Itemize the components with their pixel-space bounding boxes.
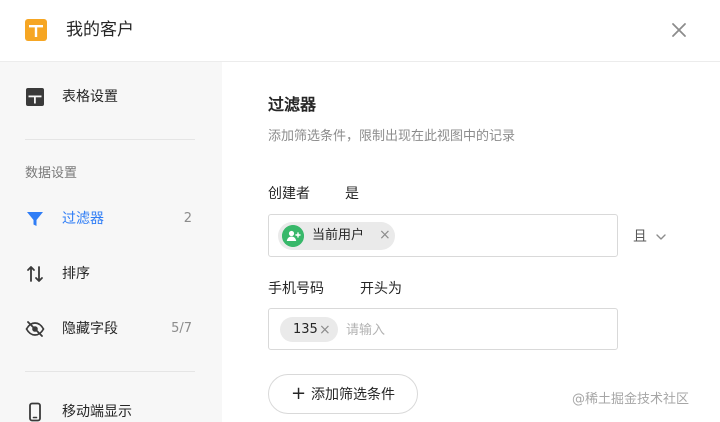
add-filter-label: 添加筛选条件 xyxy=(311,387,395,403)
sidebar-item-hidden-fields[interactable]: 隐藏字段 5/7 xyxy=(0,315,222,345)
filter-count-badge: 2 xyxy=(183,211,192,226)
chevron-down-icon xyxy=(656,234,666,240)
phone-prefix-input[interactable] xyxy=(346,319,596,341)
watermark: @稀土掘金技术社区 xyxy=(572,392,690,407)
eye-off-icon xyxy=(25,321,45,337)
divider xyxy=(25,139,195,140)
user-avatar-icon xyxy=(282,225,304,247)
chip-label: 当前用户 xyxy=(312,228,365,243)
dialog-header: 我的客户 xyxy=(0,0,720,62)
section-label: 数据设置 xyxy=(25,166,78,181)
sidebar-item-label: 排序 xyxy=(62,266,90,282)
mobile-icon xyxy=(29,402,41,422)
dialog-title: 我的客户 xyxy=(66,20,134,40)
sidebar-item-label: 移动端显示 xyxy=(62,404,132,420)
logic-operator-label: 且 xyxy=(633,229,647,245)
settings-sidebar: 表格设置 数据设置 过滤器 2 排序 隐藏字段 5/7 移动端显示 xyxy=(0,62,222,422)
sidebar-item-label: 隐藏字段 xyxy=(62,321,118,337)
sidebar-item-sort[interactable]: 排序 xyxy=(0,260,222,290)
chip-remove-icon[interactable]: × xyxy=(379,225,391,245)
hidden-fields-count: 5/7 xyxy=(171,321,192,336)
plus-icon: + xyxy=(291,383,307,404)
chip-remove-icon[interactable]: × xyxy=(319,320,331,340)
value-chip-current-user: 当前用户 × xyxy=(278,222,395,250)
creator-value-box[interactable]: 当前用户 × xyxy=(268,214,618,257)
sidebar-item-label: 表格设置 xyxy=(62,89,118,105)
filter-icon xyxy=(27,212,43,226)
condition-field-phone[interactable]: 手机号码 xyxy=(268,279,324,299)
divider xyxy=(25,371,195,372)
chip-label: 135 xyxy=(293,322,318,337)
grid-icon xyxy=(26,88,44,106)
table-icon xyxy=(25,19,47,41)
close-icon[interactable] xyxy=(668,19,690,41)
sidebar-item-mobile-display[interactable]: 移动端显示 xyxy=(0,398,222,422)
sidebar-item-filter[interactable]: 过滤器 2 xyxy=(0,205,222,235)
panel-title: 过滤器 xyxy=(268,95,317,114)
condition-operator-starts-with[interactable]: 开头为 xyxy=(360,279,402,299)
sidebar-item-table-settings[interactable]: 表格设置 xyxy=(0,83,222,113)
add-filter-button[interactable]: + 添加筛选条件 xyxy=(268,374,418,414)
value-chip-135: 135 × xyxy=(280,317,338,342)
condition-operator-is[interactable]: 是 xyxy=(345,184,359,204)
panel-description: 添加筛选条件，限制出现在此视图中的记录 xyxy=(268,129,516,144)
phone-value-box[interactable]: 135 × xyxy=(268,308,618,350)
logic-operator-select[interactable]: 且 xyxy=(633,227,673,247)
sidebar-item-label: 过滤器 xyxy=(62,211,104,227)
filter-panel: 过滤器 添加筛选条件，限制出现在此视图中的记录 创建者 是 当前用户 × 且 手… xyxy=(222,62,720,422)
sort-icon xyxy=(27,266,43,282)
condition-field-creator[interactable]: 创建者 xyxy=(268,184,310,204)
